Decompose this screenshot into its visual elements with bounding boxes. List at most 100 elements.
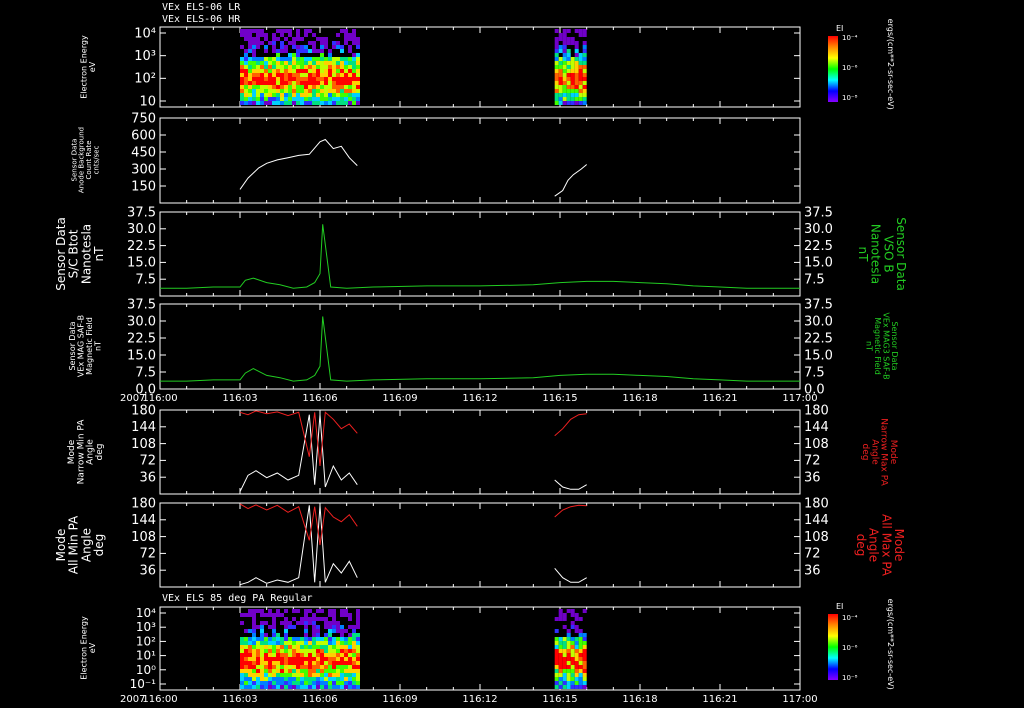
pa-series-4-max2: [554, 413, 587, 437]
spectrogram-cell: [570, 653, 575, 657]
spectrogram-cell: [328, 633, 332, 637]
panel-0-ytick-label: 10⁴: [134, 26, 156, 41]
spectrogram-cell: [252, 649, 256, 653]
spectrogram-cell: [348, 665, 352, 669]
spectrogram-cell: [288, 661, 292, 665]
spectrogram-cell: [356, 101, 360, 105]
spectrogram-cell: [332, 625, 336, 629]
spectrogram-cell: [300, 685, 304, 689]
spectrogram-cell: [244, 681, 248, 685]
spectrogram-cell: [240, 661, 244, 665]
spectrogram-cell: [272, 685, 276, 689]
spectrogram-cell: [240, 45, 244, 49]
spectrogram-cell: [320, 93, 324, 97]
spectrogram-cell: [304, 637, 308, 641]
spectrogram-cell: [566, 661, 571, 665]
spectrogram-cell: [296, 677, 300, 681]
spectrogram-cell: [344, 85, 348, 89]
spectrogram-cell: [562, 641, 567, 645]
spectrogram-cell: [558, 85, 563, 89]
spectrogram-cell: [340, 641, 344, 645]
spectrogram-cell: [268, 81, 272, 85]
spectrogram-cell: [248, 673, 252, 677]
spectrogram-cell: [276, 77, 280, 81]
spectrogram-cell: [328, 609, 332, 613]
spectrogram-cell: [300, 637, 304, 641]
spectrogram-cell: [292, 89, 296, 93]
spectrogram-cell: [256, 45, 260, 49]
spectrogram-cell: [248, 681, 252, 685]
spectrogram-cell: [296, 621, 300, 625]
spectrogram-cell: [344, 649, 348, 653]
spectrogram-cell: [308, 89, 312, 93]
spectrogram-cell: [312, 57, 316, 61]
spectrogram-cell: [252, 669, 256, 673]
panel-1-frame: [159, 117, 801, 204]
spectrogram-cell: [292, 69, 296, 73]
spectrogram-cell: [332, 57, 336, 61]
spectrogram-cell: [280, 57, 284, 61]
spectrogram-cell: [292, 77, 296, 81]
spectrogram-cell: [582, 101, 587, 105]
spectrogram-cell: [244, 673, 248, 677]
panel-4-ytick-label-right: 72: [804, 454, 821, 469]
spectrogram-cell: [320, 649, 324, 653]
spectrogram-cell: [554, 41, 559, 45]
spectrogram-cell: [312, 77, 316, 81]
spectrogram-cell: [252, 673, 256, 677]
spectrogram-cell: [570, 673, 575, 677]
spectrogram-cell: [260, 57, 264, 61]
spectrogram-cell: [284, 61, 288, 65]
spectrogram-cell: [260, 101, 264, 105]
spectrogram-cell: [300, 77, 304, 81]
spectrogram-cell: [244, 661, 248, 665]
spectrogram-cell: [320, 657, 324, 661]
spectrogram-cell: [288, 41, 292, 45]
spectrogram-cell: [578, 81, 583, 85]
spectrogram-cell: [288, 61, 292, 65]
spectrogram-cell: [352, 633, 356, 637]
spectrogram-cell: [332, 41, 336, 45]
spectrogram-cell: [340, 673, 344, 677]
spectrogram-cell: [248, 57, 252, 61]
spectrogram-cell: [268, 613, 272, 617]
spectrogram-cell: [566, 629, 571, 633]
spectrogram-cell: [340, 633, 344, 637]
spectrogram-cell: [312, 673, 316, 677]
spectrogram-cell: [320, 81, 324, 85]
spectrogram-cell: [288, 81, 292, 85]
spectrogram-cell: [296, 101, 300, 105]
spectrogram-cell: [336, 637, 340, 641]
spectrogram-cell: [558, 45, 563, 49]
spectrogram-cell: [320, 609, 324, 613]
spectrogram-cell: [284, 621, 288, 625]
spectrogram-cell: [332, 89, 336, 93]
spectrogram-cell: [574, 657, 579, 661]
spectrogram-cell: [312, 685, 316, 689]
spectrogram-cell: [574, 681, 579, 685]
spectrogram-cell: [264, 661, 268, 665]
spectrogram-cell: [324, 633, 328, 637]
spectrogram-cell: [554, 61, 559, 65]
spectrogram-cell: [336, 93, 340, 97]
spectrogram-cell: [312, 625, 316, 629]
spectrogram-cell: [340, 101, 344, 105]
colorbar2-tick-2: 10⁻⁶: [842, 644, 858, 652]
spectrogram-cell: [340, 73, 344, 77]
spectrogram-cell: [316, 681, 320, 685]
spectrogram-cell: [264, 73, 268, 77]
spectrogram-cell: [344, 69, 348, 73]
spectrogram-cell: [328, 661, 332, 665]
spectrogram-cell: [348, 97, 352, 101]
spectrogram-cell: [324, 621, 328, 625]
spectrogram-cell: [276, 49, 280, 53]
spectrogram-cell: [570, 637, 575, 641]
spectrogram-cell: [296, 85, 300, 89]
spectrogram-cell: [356, 73, 360, 77]
spectrogram-cell: [574, 41, 579, 45]
spectrogram-cell: [288, 69, 292, 73]
spectrogram-cell: [240, 653, 244, 657]
spectrogram-cell: [558, 681, 563, 685]
spectrogram-cell: [296, 37, 300, 41]
spectrogram-cell: [344, 101, 348, 105]
